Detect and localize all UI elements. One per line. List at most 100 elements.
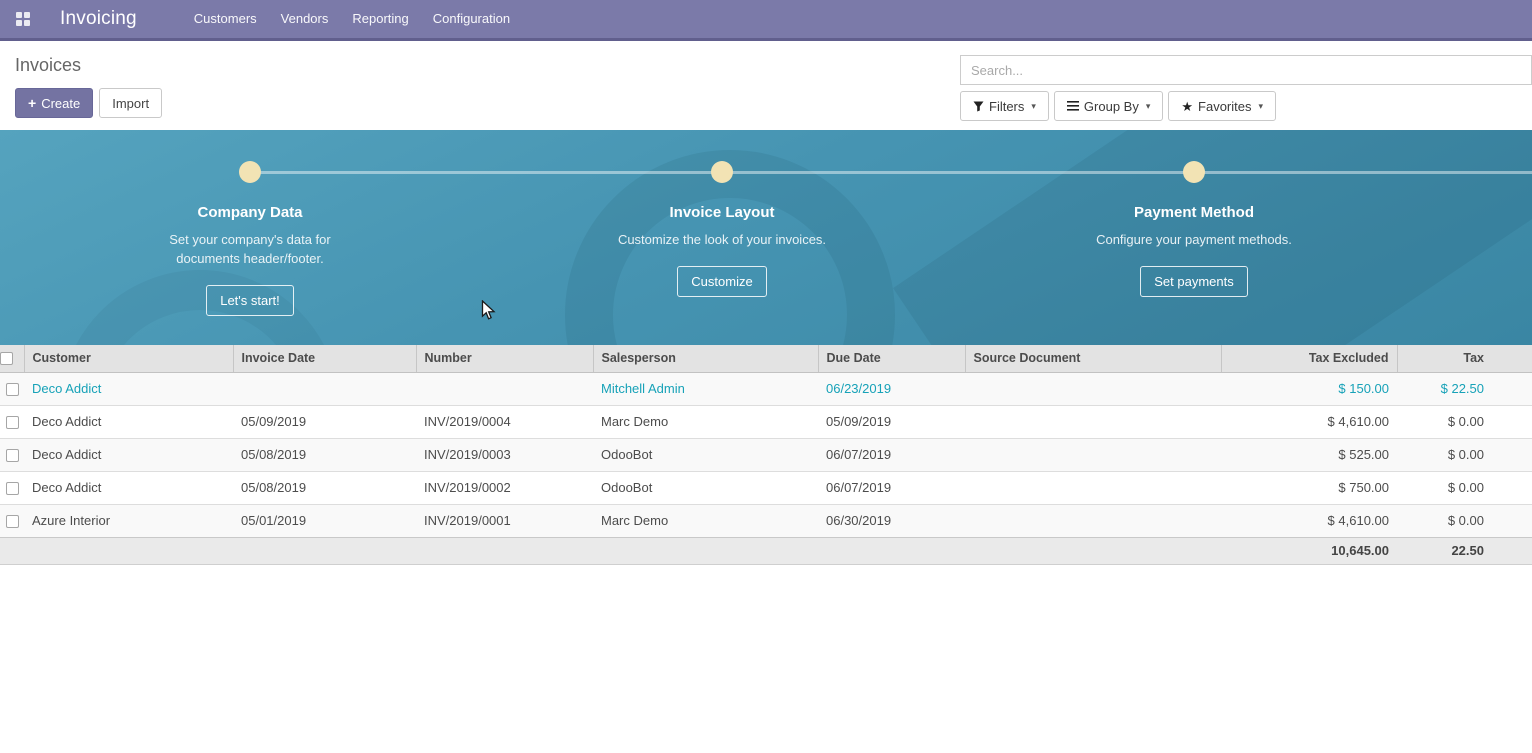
cell-source-document <box>965 438 1221 471</box>
set-payments-button[interactable]: Set payments <box>1140 266 1248 297</box>
filters-label: Filters <box>989 99 1024 114</box>
nav-item-configuration[interactable]: Configuration <box>421 0 522 38</box>
nav-item-vendors[interactable]: Vendors <box>269 0 341 38</box>
tax-excluded-total: 10,645.00 <box>1221 537 1397 564</box>
cell-tax: $ 0.00 <box>1397 471 1532 504</box>
search-input[interactable] <box>960 55 1532 85</box>
favorites-button[interactable]: ★ Favorites ▾ <box>1168 91 1276 121</box>
step-description: Customize the look of your invoices. <box>612 230 832 249</box>
cell-tax-excluded: $ 750.00 <box>1221 471 1397 504</box>
nav-item-reporting[interactable]: Reporting <box>340 0 420 38</box>
cell-tax: $ 0.00 <box>1397 504 1532 537</box>
create-button[interactable]: + Create <box>15 88 93 118</box>
group-by-button[interactable]: Group By ▾ <box>1054 91 1163 121</box>
cell-invoice-date <box>233 372 416 405</box>
invoicing-app-screen: Invoicing Customers Vendors Reporting Co… <box>0 0 1532 753</box>
cell-number: INV/2019/0002 <box>416 471 593 504</box>
cell-due-date: 06/07/2019 <box>818 438 965 471</box>
column-header-customer[interactable]: Customer <box>24 345 233 372</box>
table-header-row: Customer Invoice Date Number Salesperson… <box>0 345 1532 372</box>
filters-button[interactable]: Filters ▾ <box>960 91 1049 121</box>
cell-due-date: 06/30/2019 <box>818 504 965 537</box>
star-icon: ★ <box>1181 100 1193 113</box>
table-row[interactable]: Deco Addict Mitchell Admin06/23/2019 $ 150… <box>0 372 1532 405</box>
column-header-tax-excluded[interactable]: Tax Excluded <box>1221 345 1397 372</box>
cell-customer: Deco Addict <box>24 372 233 405</box>
cell-customer: Deco Addict <box>24 405 233 438</box>
cell-source-document <box>965 504 1221 537</box>
step-description: Set your company's data for documents he… <box>140 230 360 268</box>
cell-tax-excluded: $ 4,610.00 <box>1221 405 1397 438</box>
row-checkbox[interactable] <box>6 515 19 528</box>
onboarding-step-invoice-layout: Invoice Layout Customize the look of you… <box>572 161 872 297</box>
import-button-label: Import <box>112 96 149 111</box>
table-row[interactable]: Deco Addict05/08/2019INV/2019/0003OdooBo… <box>0 438 1532 471</box>
customize-button[interactable]: Customize <box>677 266 766 297</box>
cell-customer: Azure Interior <box>24 504 233 537</box>
cell-invoice-date: 05/08/2019 <box>233 438 416 471</box>
cell-tax-excluded: $ 4,610.00 <box>1221 504 1397 537</box>
invoice-list-view: Customer Invoice Date Number Salesperson… <box>0 345 1532 565</box>
invoice-table: Customer Invoice Date Number Salesperson… <box>0 345 1532 565</box>
cell-number: INV/2019/0001 <box>416 504 593 537</box>
cell-invoice-date: 05/01/2019 <box>233 504 416 537</box>
cell-salesperson: OdooBot <box>593 471 818 504</box>
apps-grid-icon <box>16 12 30 26</box>
page-title: Invoices <box>15 55 162 76</box>
cell-source-document <box>965 405 1221 438</box>
group-by-label: Group By <box>1084 99 1139 114</box>
app-name[interactable]: Invoicing <box>60 8 137 30</box>
cell-salesperson: OdooBot <box>593 438 818 471</box>
row-checkbox[interactable] <box>6 383 19 396</box>
cell-invoice-date: 05/08/2019 <box>233 471 416 504</box>
list-bars-icon <box>1067 101 1079 111</box>
cell-due-date: 06/07/2019 <box>818 471 965 504</box>
step-title: Invoice Layout <box>572 204 872 221</box>
funnel-icon <box>973 101 984 112</box>
table-row[interactable]: Azure Interior05/01/2019INV/2019/0001Mar… <box>0 504 1532 537</box>
column-header-source-document[interactable]: Source Document <box>965 345 1221 372</box>
cell-salesperson: Mitchell Admin <box>593 372 818 405</box>
tax-total: 22.50 <box>1397 537 1532 564</box>
step-description: Configure your payment methods. <box>1084 230 1304 249</box>
lets-start-button[interactable]: Let's start! <box>206 285 294 316</box>
cell-customer: Deco Addict <box>24 471 233 504</box>
select-all-checkbox[interactable] <box>0 352 13 365</box>
cell-invoice-date: 05/09/2019 <box>233 405 416 438</box>
step-marker-icon <box>1183 161 1205 183</box>
create-button-label: Create <box>41 96 80 111</box>
row-checkbox[interactable] <box>6 416 19 429</box>
onboarding-step-company-data: Company Data Set your company's data for… <box>100 161 400 316</box>
cell-source-document <box>965 372 1221 405</box>
column-header-number[interactable]: Number <box>416 345 593 372</box>
column-header-tax[interactable]: Tax <box>1397 345 1532 372</box>
column-header-due-date[interactable]: Due Date <box>818 345 965 372</box>
table-footer-row: 10,645.00 22.50 <box>0 537 1532 564</box>
cell-customer: Deco Addict <box>24 438 233 471</box>
step-marker-icon <box>711 161 733 183</box>
onboarding-step-payment-method: Payment Method Configure your payment me… <box>1044 161 1344 297</box>
table-row[interactable]: Deco Addict05/08/2019INV/2019/0002OdooBo… <box>0 471 1532 504</box>
import-button[interactable]: Import <box>99 88 162 118</box>
top-menu: Customers Vendors Reporting Configuratio… <box>182 0 522 38</box>
row-checkbox[interactable] <box>6 449 19 462</box>
caret-down-icon: ▾ <box>1259 101 1264 112</box>
cell-tax: $ 22.50 <box>1397 372 1532 405</box>
cell-tax-excluded: $ 150.00 <box>1221 372 1397 405</box>
cell-due-date: 05/09/2019 <box>818 405 965 438</box>
step-title: Payment Method <box>1044 204 1344 221</box>
cell-source-document <box>965 471 1221 504</box>
onboarding-banner: Company Data Set your company's data for… <box>0 130 1532 345</box>
caret-down-icon: ▾ <box>1031 101 1036 112</box>
cell-tax-excluded: $ 525.00 <box>1221 438 1397 471</box>
cell-tax: $ 0.00 <box>1397 438 1532 471</box>
cell-tax: $ 0.00 <box>1397 405 1532 438</box>
row-checkbox[interactable] <box>6 482 19 495</box>
apps-menu-button[interactable] <box>8 0 38 38</box>
step-marker-icon <box>239 161 261 183</box>
column-header-salesperson[interactable]: Salesperson <box>593 345 818 372</box>
column-header-invoice-date[interactable]: Invoice Date <box>233 345 416 372</box>
cell-due-date: 06/23/2019 <box>818 372 965 405</box>
nav-item-customers[interactable]: Customers <box>182 0 269 38</box>
table-row[interactable]: Deco Addict05/09/2019INV/2019/0004Marc D… <box>0 405 1532 438</box>
